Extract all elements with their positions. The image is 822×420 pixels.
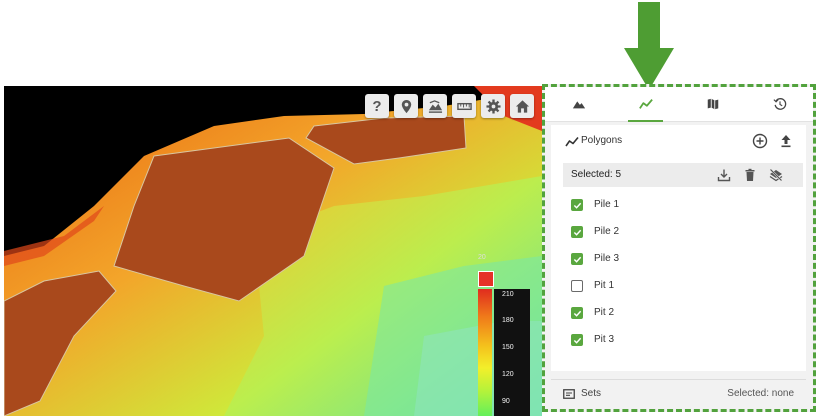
guide-arrow-icon <box>624 2 674 90</box>
legend-tick: 180 <box>502 317 514 324</box>
selection-toolbar: Selected: 5 <box>563 163 803 187</box>
polygons-card: Polygons Selected: 5 Pile 1 Pile 2 Pile … <box>551 125 806 371</box>
list-item-pit-3[interactable]: Pit 3 <box>571 332 771 350</box>
polyline-icon <box>565 136 579 147</box>
legend-top-value: 20 <box>478 254 486 261</box>
list-item-pit-1[interactable]: Pit 1 <box>571 278 771 296</box>
list-item-pile-2[interactable]: Pile 2 <box>571 224 771 242</box>
upload-button[interactable] <box>777 132 795 150</box>
legend-top-swatch <box>478 271 494 287</box>
terrain-heatmap <box>4 86 542 416</box>
sets-icon <box>563 389 575 399</box>
panel-tabs <box>545 87 813 122</box>
ruler-icon <box>456 102 472 110</box>
hide-layers-button[interactable] <box>769 168 783 182</box>
map-toolbar: ? <box>365 94 534 118</box>
measure-button[interactable] <box>452 94 476 118</box>
list-item-label: Pit 1 <box>594 280 615 291</box>
checkbox-unchecked[interactable] <box>571 280 583 292</box>
gear-icon <box>485 98 501 114</box>
list-item-pile-3[interactable]: Pile 3 <box>571 251 771 269</box>
terrain-map-view[interactable]: ? 20 210 180 150 120 90 <box>4 86 542 416</box>
mountain-icon <box>572 101 585 109</box>
sets-label: Sets <box>581 388 602 399</box>
list-item-label: Pile 1 <box>594 199 620 210</box>
checkbox-checked[interactable] <box>571 226 583 238</box>
check-icon <box>573 256 582 263</box>
list-item-label: Pile 3 <box>594 253 620 264</box>
list-item-label: Pit 3 <box>594 334 615 345</box>
selected-count: Selected: 5 <box>571 169 622 180</box>
sets-bar[interactable]: Sets Selected: none <box>551 379 806 408</box>
check-icon <box>573 202 582 209</box>
list-item-pile-1[interactable]: Pile 1 <box>571 197 771 215</box>
check-icon <box>573 337 582 344</box>
polyline-icon <box>638 99 653 109</box>
settings-button[interactable] <box>481 94 505 118</box>
legend-color-bar <box>478 289 492 416</box>
legend-tick: 210 <box>502 291 514 298</box>
help-icon: ? <box>372 97 382 115</box>
checkbox-checked[interactable] <box>571 199 583 211</box>
home-button[interactable] <box>510 94 534 118</box>
terrain-layers-icon <box>428 99 442 113</box>
tab-polygons[interactable] <box>612 87 679 122</box>
help-button[interactable]: ? <box>365 94 389 118</box>
delete-button[interactable] <box>743 168 757 182</box>
map-icon <box>707 98 718 110</box>
legend-tick: 90 <box>502 398 510 405</box>
history-icon <box>772 98 786 110</box>
checkbox-checked[interactable] <box>571 307 583 319</box>
add-polygon-button[interactable] <box>751 132 769 150</box>
tab-map[interactable] <box>679 87 746 121</box>
check-icon <box>573 310 582 317</box>
tab-terrain[interactable] <box>545 87 612 121</box>
list-item-pit-2[interactable]: Pit 2 <box>571 305 771 323</box>
terrain-layers-button[interactable] <box>423 94 447 118</box>
checkbox-checked[interactable] <box>571 334 583 346</box>
check-icon <box>573 229 582 236</box>
sets-selected: Selected: none <box>727 388 794 399</box>
checkbox-checked[interactable] <box>571 253 583 265</box>
side-panel: Polygons Selected: 5 Pile 1 Pile 2 Pile … <box>542 84 816 412</box>
list-item-label: Pit 2 <box>594 307 615 318</box>
polygons-header: Polygons <box>551 125 806 157</box>
legend-tick: 150 <box>502 344 514 351</box>
location-button[interactable] <box>394 94 418 118</box>
elevation-legend: 20 210 180 150 120 90 <box>478 254 538 416</box>
home-icon <box>515 99 529 113</box>
legend-tick: 120 <box>502 371 514 378</box>
tab-history[interactable] <box>746 87 813 121</box>
download-button[interactable] <box>717 168 731 182</box>
polygons-title: Polygons <box>581 135 623 146</box>
location-pin-icon <box>401 99 411 113</box>
legend-label-background <box>494 289 530 416</box>
list-item-label: Pile 2 <box>594 226 620 237</box>
